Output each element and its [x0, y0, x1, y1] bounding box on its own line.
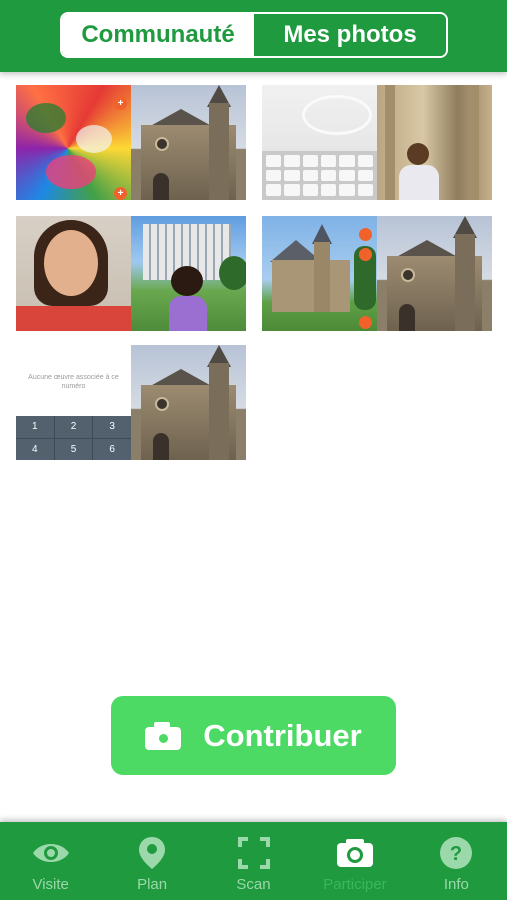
- church-photo: [377, 216, 492, 331]
- badge: +: [114, 187, 127, 200]
- photo-pair[interactable]: Aucune œuvre associée à ce numéro 1 2 3 …: [16, 345, 246, 460]
- tab-plan[interactable]: Plan: [101, 822, 202, 900]
- camera-icon: [145, 721, 182, 750]
- scan-icon: [237, 836, 270, 870]
- eye-icon: [31, 836, 71, 870]
- church-photo: [131, 85, 246, 200]
- pin-badge: [359, 316, 372, 329]
- keypad: 1 2 3 4 5 6: [16, 416, 131, 460]
- tab-label: Plan: [137, 876, 168, 893]
- photo-pair[interactable]: [262, 216, 492, 331]
- tab-communaute[interactable]: Communauté: [62, 14, 254, 56]
- tab-participer[interactable]: Participer: [304, 822, 405, 900]
- keyboard-photo: [262, 85, 377, 200]
- tab-scan[interactable]: Scan: [203, 822, 304, 900]
- church-photo: [131, 345, 246, 460]
- contribute-button[interactable]: Contribuer: [111, 696, 396, 775]
- keypad-screenshot: Aucune œuvre associée à ce numéro 1 2 3 …: [16, 345, 131, 460]
- painting-photo: + +: [16, 85, 131, 200]
- svg-text:?: ?: [450, 843, 462, 865]
- village-church-photo: [262, 216, 377, 331]
- girl-building-photo: [131, 216, 246, 331]
- keypad-message: Aucune œuvre associée à ce numéro: [28, 374, 119, 390]
- tab-label: Participer: [323, 876, 387, 893]
- map-pin-icon: [138, 836, 166, 870]
- segmented-control: Communauté Mes photos: [60, 12, 448, 58]
- tab-label: Scan: [236, 876, 271, 893]
- tab-label: Visite: [32, 876, 69, 893]
- camera-icon: [336, 836, 374, 870]
- tab-info[interactable]: ? Info: [406, 822, 507, 900]
- key: 6: [93, 438, 131, 460]
- photo-pair[interactable]: [262, 85, 492, 200]
- child-doorway-photo: [377, 85, 492, 200]
- photo-pair[interactable]: [16, 216, 246, 331]
- bottom-tab-bar: Visite Plan Scan Participer ? Info: [0, 822, 507, 900]
- key: 5: [54, 438, 93, 460]
- help-icon: ?: [439, 836, 473, 870]
- top-bar: Communauté Mes photos: [0, 0, 507, 72]
- tab-label: Info: [443, 876, 469, 893]
- contribute-label: Contribuer: [203, 717, 362, 753]
- selfie-photo: [16, 216, 131, 331]
- badge: +: [114, 97, 127, 110]
- key: 1: [16, 416, 54, 438]
- pin-badge: [359, 248, 372, 261]
- key: 3: [93, 416, 131, 438]
- tab-visite[interactable]: Visite: [0, 822, 101, 900]
- key: 2: [54, 416, 93, 438]
- photo-pair[interactable]: + +: [16, 85, 246, 200]
- pin-badge: [359, 228, 372, 241]
- key: 4: [16, 438, 54, 460]
- tab-mes-photos[interactable]: Mes photos: [254, 14, 446, 56]
